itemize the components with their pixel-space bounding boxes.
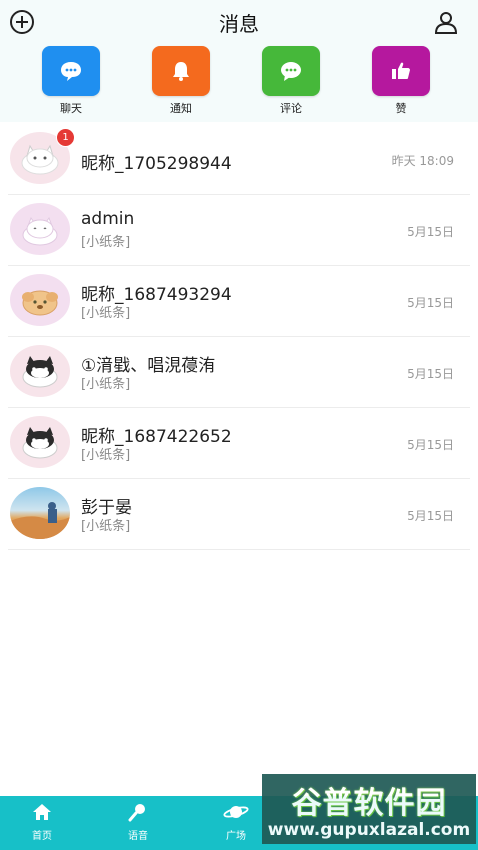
header-area: 消息 聊天 通知 评论 赞 bbox=[0, 0, 478, 122]
avatar bbox=[10, 416, 70, 468]
message-preview: [小纸条] bbox=[81, 448, 131, 463]
tab-square[interactable]: 广场 bbox=[206, 802, 266, 842]
chat-tile bbox=[42, 46, 100, 96]
message-preview: [小纸条] bbox=[81, 377, 131, 392]
tab-label: 语音 bbox=[128, 831, 148, 842]
tab-label: 广场 bbox=[226, 831, 246, 842]
chat-bubble-icon bbox=[61, 62, 81, 81]
avatar bbox=[10, 345, 70, 397]
comment-tile bbox=[262, 46, 320, 96]
microphone-icon bbox=[128, 804, 145, 822]
avatar bbox=[10, 274, 70, 326]
tab-voice[interactable]: 语音 bbox=[108, 802, 168, 842]
avatar bbox=[10, 487, 70, 539]
category-label: 赞 bbox=[395, 102, 407, 115]
message-time: 5月15日 bbox=[407, 509, 454, 523]
planet-icon bbox=[223, 806, 249, 818]
message-list: 1 昵称_1705298944 昨天 18:09 admin [小纸条] 5月1… bbox=[0, 124, 478, 550]
profile-button[interactable] bbox=[432, 8, 460, 36]
cat-avatar-icon bbox=[21, 144, 59, 175]
bell-icon bbox=[173, 62, 189, 81]
message-time: 5月15日 bbox=[407, 296, 454, 310]
watermark-title: 谷普软件园 bbox=[291, 786, 447, 821]
message-time: 5月15日 bbox=[407, 225, 454, 239]
category-notice[interactable]: 通知 bbox=[150, 46, 212, 116]
category-label: 聊天 bbox=[60, 102, 82, 115]
desert-photo-icon bbox=[10, 502, 70, 539]
dog-avatar-icon bbox=[22, 290, 58, 316]
message-time: 5月15日 bbox=[407, 438, 454, 452]
user-icon bbox=[434, 12, 458, 34]
site-watermark: 谷普软件园 www.gupuxlazal.com bbox=[262, 774, 476, 844]
home-icon bbox=[33, 804, 51, 820]
message-time: 5月15日 bbox=[407, 367, 454, 381]
category-label: 通知 bbox=[170, 102, 192, 115]
unread-badge: 1 bbox=[56, 128, 75, 147]
message-row[interactable]: 彭于晏 [小纸条] 5月15日 bbox=[8, 479, 470, 550]
cat-avatar-icon bbox=[22, 427, 58, 459]
message-preview: [小纸条] bbox=[81, 235, 131, 250]
message-row[interactable]: 昵称_1687493294 [小纸条] 5月15日 bbox=[8, 266, 470, 337]
contact-name: admin bbox=[81, 209, 135, 229]
category-chat[interactable]: 聊天 bbox=[40, 46, 102, 116]
category-like[interactable]: 赞 bbox=[370, 46, 432, 116]
category-comment[interactable]: 评论 bbox=[260, 46, 322, 116]
contact-name: 昵称_1705298944 bbox=[81, 154, 232, 174]
message-time: 昨天 18:09 bbox=[391, 154, 454, 168]
notice-tile bbox=[152, 46, 210, 96]
message-row[interactable]: 昵称_1687422652 [小纸条] 5月15日 bbox=[8, 408, 470, 479]
avatar: 1 bbox=[10, 128, 75, 184]
message-row[interactable]: 1 昵称_1705298944 昨天 18:09 bbox=[8, 124, 470, 195]
category-label: 评论 bbox=[280, 102, 302, 115]
like-tile bbox=[372, 46, 430, 96]
tab-label: 首页 bbox=[32, 831, 52, 842]
page-title: 消息 bbox=[219, 12, 259, 36]
cat-avatar-icon bbox=[22, 356, 58, 388]
message-row[interactable]: admin [小纸条] 5月15日 bbox=[8, 195, 470, 266]
message-preview: [小纸条] bbox=[81, 519, 131, 534]
watermark-url: www.gupuxlazal.com bbox=[267, 820, 471, 840]
thumbs-up-icon bbox=[392, 62, 410, 79]
cat-avatar-icon bbox=[22, 216, 58, 246]
comment-icon bbox=[281, 62, 301, 81]
avatar bbox=[10, 203, 70, 255]
message-preview: [小纸条] bbox=[81, 306, 131, 321]
message-row[interactable]: ①湇戥、唱涀葠洧 [小纸条] 5月15日 bbox=[8, 337, 470, 408]
tab-home[interactable]: 首页 bbox=[12, 802, 72, 842]
